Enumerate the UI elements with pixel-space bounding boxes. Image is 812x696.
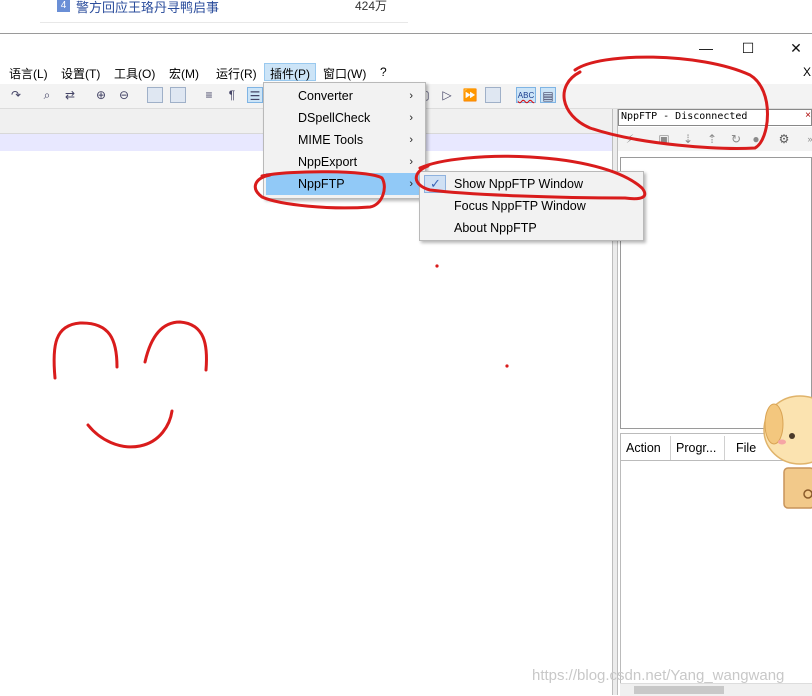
face-smile [86, 409, 174, 449]
annotation-overlay [52, 55, 769, 449]
circle-annotation-nppftp-item [253, 170, 386, 210]
face-right-eye [143, 320, 208, 372]
circle-annotation-show-window [414, 154, 647, 201]
annotation-dot [435, 264, 439, 268]
circle-annotation-ftp-title [562, 55, 769, 150]
face-left-eye [52, 321, 119, 380]
annotation-dot [505, 364, 509, 368]
